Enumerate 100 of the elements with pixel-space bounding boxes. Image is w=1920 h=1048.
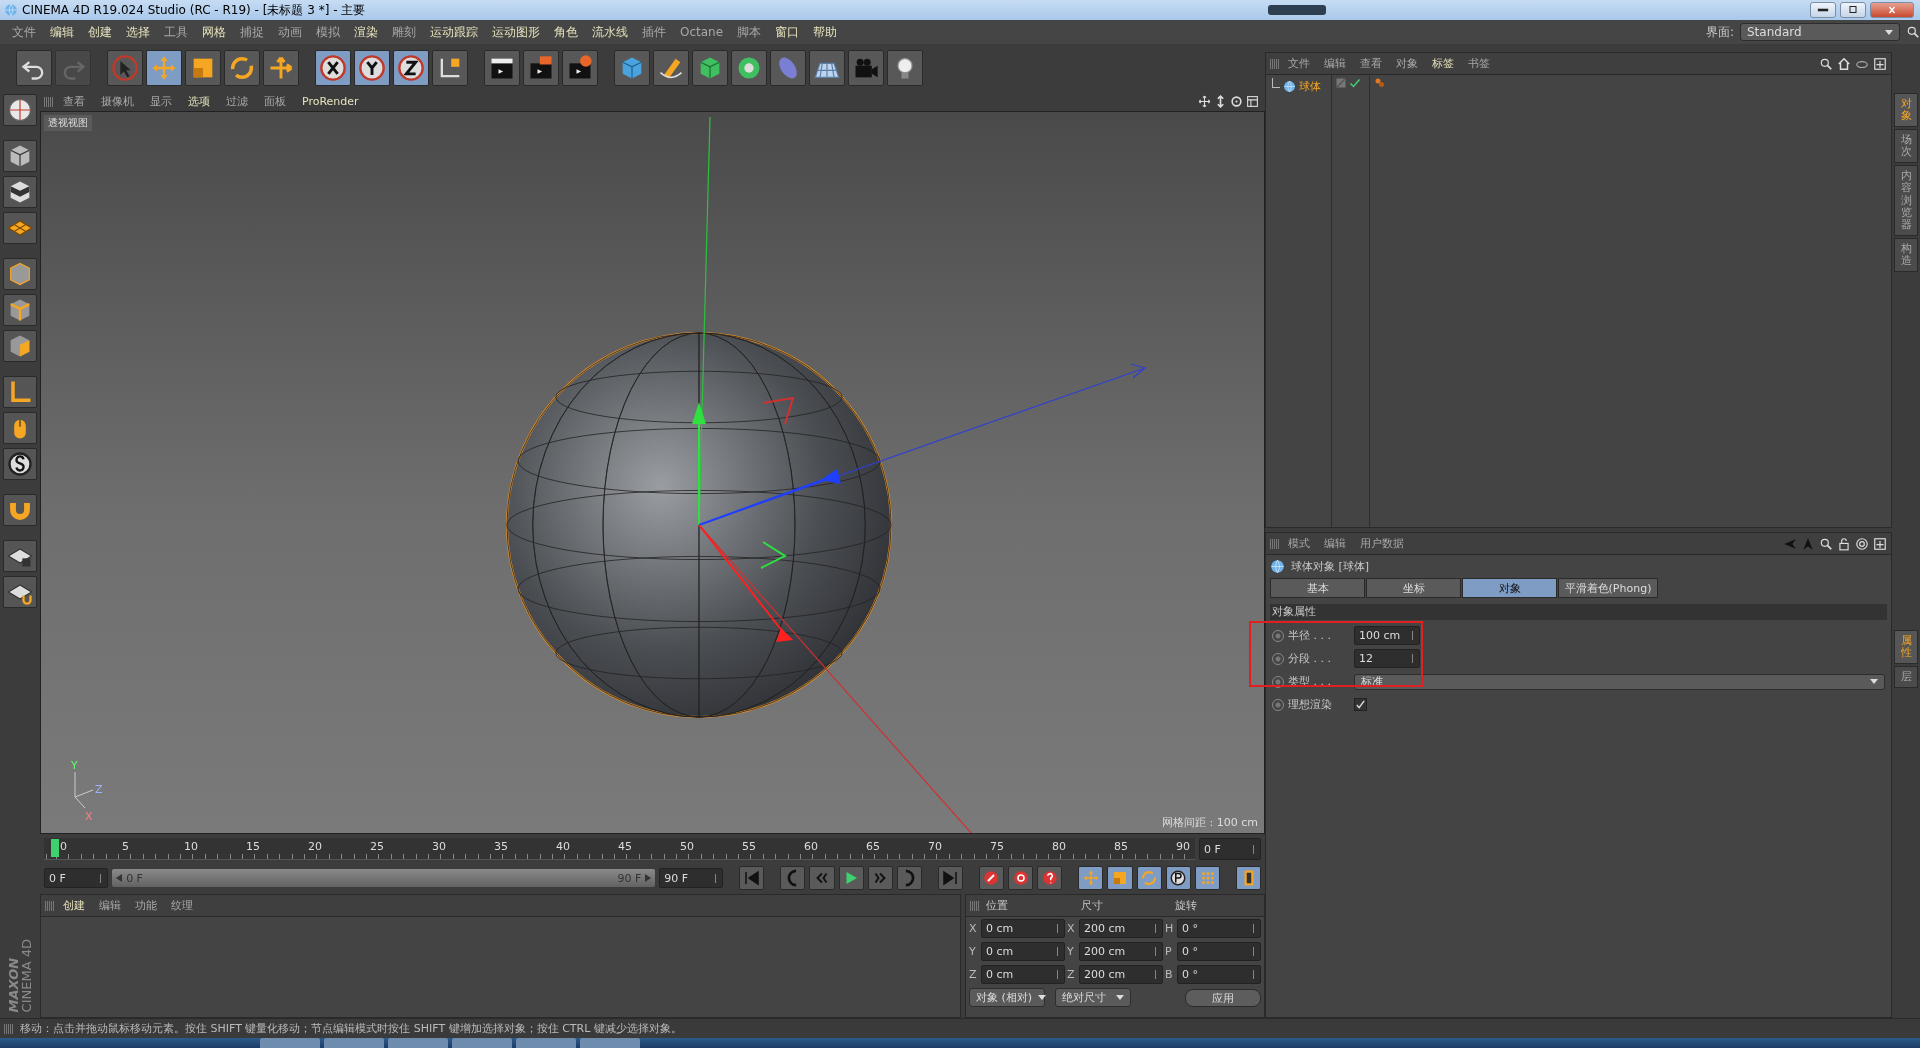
tab[interactable]: 对象 bbox=[1462, 578, 1557, 598]
keyframe-button[interactable] bbox=[1107, 866, 1133, 890]
menu-item[interactable]: 选项 bbox=[181, 94, 217, 109]
keyframe-button[interactable] bbox=[978, 866, 1004, 890]
tool-button[interactable] bbox=[3, 448, 37, 480]
close-button[interactable] bbox=[1870, 2, 1914, 18]
scale-tool-button[interactable] bbox=[185, 50, 221, 86]
menu-item[interactable]: 运动图形 bbox=[486, 21, 546, 43]
coordinate-field[interactable]: 0 ° bbox=[1177, 965, 1261, 984]
menu-item[interactable]: 雕刻 bbox=[386, 21, 422, 43]
parameter-field[interactable]: 100 cm bbox=[1354, 626, 1420, 645]
menu-item[interactable]: Octane bbox=[674, 23, 730, 41]
menu-item[interactable]: 文件 bbox=[1282, 54, 1316, 73]
drag-handle[interactable] bbox=[1270, 58, 1280, 69]
menu-item[interactable]: 标签 bbox=[1426, 54, 1460, 73]
viewport[interactable]: 透视视图 Y Z X 网格间距 : 100 cm bbox=[40, 111, 1265, 834]
tool-button[interactable] bbox=[3, 412, 37, 444]
coordinate-field[interactable]: 200 cm bbox=[1079, 942, 1163, 961]
light-tool-button[interactable] bbox=[887, 50, 923, 86]
end-frame-field[interactable]: 90 F bbox=[659, 868, 724, 888]
render-view-tool-button[interactable] bbox=[484, 50, 520, 86]
y-tool-button[interactable] bbox=[354, 50, 390, 86]
menu-item[interactable]: 创建 bbox=[57, 896, 91, 915]
coordinate-field[interactable]: 0 ° bbox=[1177, 942, 1261, 961]
menu-item[interactable]: 脚本 bbox=[731, 21, 768, 43]
menu-item[interactable]: 对象 bbox=[1390, 54, 1424, 73]
menu-item[interactable]: 过滤 bbox=[219, 94, 255, 109]
floor-tool-button[interactable] bbox=[809, 50, 845, 86]
menu-item[interactable]: 帮助 bbox=[807, 21, 844, 43]
undo-tool-button[interactable] bbox=[16, 50, 52, 86]
keyframe-button[interactable] bbox=[1008, 866, 1034, 890]
menu-item[interactable]: 查看 bbox=[1354, 54, 1388, 73]
menu-item[interactable]: 模拟 bbox=[310, 21, 346, 43]
menu-item[interactable]: 查看 bbox=[56, 94, 92, 109]
menu-item[interactable]: 面板 bbox=[257, 94, 293, 109]
animate-radio[interactable] bbox=[1272, 698, 1284, 711]
coords-tool-button[interactable] bbox=[432, 50, 468, 86]
tool-button[interactable] bbox=[3, 294, 37, 326]
menu-item[interactable]: 运动跟踪 bbox=[424, 21, 484, 43]
animate-radio[interactable] bbox=[1272, 652, 1284, 665]
x-tool-button[interactable] bbox=[315, 50, 351, 86]
side-tab[interactable]: 构造 bbox=[1894, 237, 1918, 273]
tool-button[interactable] bbox=[3, 494, 37, 526]
playback-button[interactable] bbox=[838, 866, 864, 890]
menu-item[interactable]: 渲染 bbox=[348, 21, 384, 43]
menu-item[interactable]: 书签 bbox=[1462, 54, 1496, 73]
tool-button[interactable] bbox=[3, 330, 37, 362]
tool-button[interactable] bbox=[3, 258, 37, 290]
menu-item[interactable]: 选择 bbox=[120, 21, 156, 43]
menu-item[interactable]: 编辑 bbox=[1318, 54, 1352, 73]
coordinate-field[interactable]: 200 cm bbox=[1079, 919, 1163, 938]
keyframe-button[interactable] bbox=[1194, 866, 1221, 890]
tool-button[interactable] bbox=[3, 376, 37, 408]
menu-item[interactable]: 编辑 bbox=[44, 21, 80, 43]
coordinate-field[interactable]: 0 cm bbox=[981, 942, 1065, 961]
coordinate-field[interactable]: 200 cm bbox=[1079, 965, 1163, 984]
drag-handle[interactable] bbox=[1270, 538, 1280, 549]
array-tool-button[interactable] bbox=[731, 50, 767, 86]
rotate-tool-button[interactable] bbox=[224, 50, 260, 86]
layout-dropdown[interactable]: Standard bbox=[1740, 23, 1900, 41]
timeline-ruler[interactable]: 0 5 10 15 20 25 30 35 40 45 50 55 60 65 70 75 80 85 90 bbox=[44, 838, 1195, 860]
object-name[interactable]: 球体 bbox=[1299, 78, 1321, 94]
minimize-button[interactable] bbox=[1810, 2, 1836, 18]
drag-handle[interactable] bbox=[44, 96, 54, 107]
select-tool-button[interactable] bbox=[107, 50, 143, 86]
menu-item[interactable]: 用户数据 bbox=[1354, 534, 1410, 553]
transform-tool-button[interactable] bbox=[263, 50, 299, 86]
maximize-button[interactable] bbox=[1840, 2, 1866, 18]
z-tool-button[interactable] bbox=[393, 50, 429, 86]
coordinate-field[interactable]: 0 cm bbox=[981, 919, 1065, 938]
menu-item[interactable]: 模式 bbox=[1282, 534, 1316, 553]
side-tab[interactable]: 内容浏览器 bbox=[1894, 165, 1918, 236]
tool-button[interactable] bbox=[3, 212, 37, 244]
mode-dropdown[interactable]: 绝对尺寸 bbox=[1055, 988, 1131, 1007]
parameter-field[interactable]: 12 bbox=[1354, 649, 1420, 668]
menu-item[interactable]: 编辑 bbox=[1318, 534, 1352, 553]
side-tab[interactable]: 层 bbox=[1894, 666, 1918, 689]
start-frame-field[interactable]: 0 F bbox=[44, 868, 109, 888]
tool-button[interactable] bbox=[3, 94, 37, 126]
side-tab[interactable]: 对象 bbox=[1894, 93, 1918, 128]
menu-item[interactable]: 插件 bbox=[636, 21, 672, 43]
pen-tool-button[interactable] bbox=[653, 50, 689, 86]
subdivide-tool-button[interactable] bbox=[692, 50, 728, 86]
side-tab[interactable]: 属性 bbox=[1894, 630, 1918, 665]
menu-item[interactable]: 文件 bbox=[6, 21, 42, 43]
render-picture-tool-button[interactable] bbox=[523, 50, 559, 86]
tool-button[interactable] bbox=[3, 576, 37, 608]
animate-radio[interactable] bbox=[1272, 629, 1284, 642]
render-settings-tool-button[interactable] bbox=[562, 50, 598, 86]
mode-dropdown[interactable]: 对象 (相对) bbox=[969, 988, 1045, 1007]
coordinate-field[interactable]: 0 ° bbox=[1177, 919, 1261, 938]
keyframe-button[interactable] bbox=[1078, 866, 1104, 890]
drag-handle[interactable] bbox=[45, 900, 55, 911]
keyframe-button[interactable] bbox=[1136, 866, 1162, 890]
menu-item[interactable]: 摄像机 bbox=[94, 94, 141, 109]
menu-item[interactable]: 编辑 bbox=[93, 896, 127, 915]
menu-item[interactable]: 角色 bbox=[548, 21, 584, 43]
keyframe-button[interactable] bbox=[1037, 866, 1063, 890]
apply-button[interactable]: 应用 bbox=[1185, 988, 1261, 1007]
keyframe-button[interactable] bbox=[1165, 866, 1191, 890]
